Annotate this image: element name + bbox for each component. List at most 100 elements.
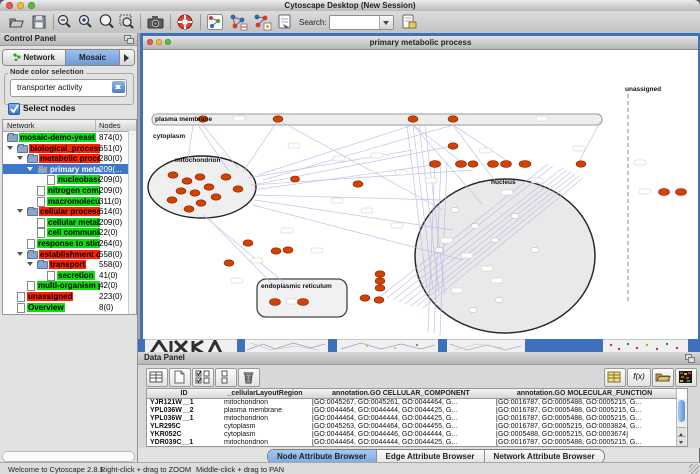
column-divider[interactable] [95, 120, 96, 131]
table-cell[interactable]: [GO:0044464, GO:0044446, GO:0044444, G..… [309, 431, 493, 439]
table-cell[interactable]: [GO:0016787, GO:0005215, GO:0003824, G..… [493, 423, 676, 431]
table-cell[interactable]: YKR052C [147, 431, 221, 439]
tree-row[interactable]: secretion 41(0) [3, 270, 136, 281]
tree-row[interactable]: nucleobase- 209(0) [3, 174, 136, 185]
table-cell[interactable]: [GO:0016787, GO:0005488, GO:0005215, G..… [493, 415, 676, 423]
save-icon[interactable] [30, 13, 50, 31]
select-all-attributes-icon[interactable] [192, 368, 214, 387]
unselect-all-attributes-icon[interactable] [215, 368, 237, 387]
background-window[interactable] [337, 339, 438, 352]
select-attributes-icon[interactable] [146, 368, 168, 387]
tree-row[interactable]: biological_process 651(0) [3, 143, 136, 154]
background-window-frame[interactable] [138, 339, 145, 352]
search-input[interactable] [331, 16, 381, 29]
network-window-titlebar[interactable]: primary metabolic process [143, 36, 698, 50]
formula-builder-icon[interactable]: f(x) [627, 368, 651, 387]
background-window-frame[interactable] [438, 339, 447, 352]
background-window-frame[interactable] [688, 339, 700, 352]
background-window[interactable] [447, 339, 525, 352]
snapshot-camera-icon[interactable] [146, 13, 166, 31]
node-color-dropdown[interactable]: transporter activity [10, 79, 127, 97]
table-cell[interactable]: [GO:0044464, GO:0044444, GO:0044425, G..… [309, 415, 493, 423]
zoom-fit-icon[interactable] [118, 13, 138, 31]
tree-header[interactable]: Network Nodes [3, 120, 136, 132]
expander-icon[interactable] [17, 209, 23, 216]
table-cell[interactable]: plasma membrane [221, 407, 309, 415]
annotation-icon[interactable] [276, 13, 296, 31]
tree-row[interactable]: response to stimul 264(0) [3, 238, 136, 249]
expander-icon[interactable] [7, 146, 13, 153]
network-view-icon[interactable] [206, 13, 226, 31]
tree-col-network[interactable]: Network [7, 121, 35, 130]
help-lifesaver-icon[interactable] [176, 13, 196, 31]
zoom-in-icon[interactable] [77, 13, 97, 31]
column-header[interactable]: annotation.GO MOLECULAR_FUNCTION [493, 389, 677, 399]
background-window[interactable] [245, 339, 328, 352]
column-header[interactable]: annotation.GO CELLULAR_COMPONENT [309, 389, 494, 399]
tree-row-selected[interactable]: primary metabo 209(... [3, 164, 136, 175]
tree-row[interactable]: macromolecule 311(0) [3, 196, 136, 207]
scrollbar-thumb[interactable] [678, 400, 685, 422]
tree-row[interactable]: establishment of lo 558(0) [3, 249, 136, 260]
attribute-table-icon[interactable] [604, 368, 626, 387]
table-cell[interactable]: [GO:0045267, GO:0045261, GO:0044464, G..… [309, 399, 493, 407]
close-button[interactable] [6, 2, 13, 9]
table-cell[interactable]: mitochondrion [221, 399, 309, 407]
search-combobox[interactable] [329, 15, 394, 30]
expander-icon[interactable] [17, 156, 23, 163]
tree-row[interactable]: cellular process 614(0) [3, 206, 136, 217]
table-cell[interactable]: [GO:0016787, GO:0005488, GO:0005215, G..… [493, 407, 676, 415]
column-header[interactable]: _cellularLayoutRegion [221, 389, 310, 399]
table-cell[interactable]: mitochondrion [221, 415, 309, 423]
zoom-out-icon[interactable] [56, 13, 76, 31]
tree-scrollbar[interactable] [128, 131, 136, 314]
vizmapper-icon[interactable] [228, 13, 248, 31]
tree-row[interactable]: metabolic process 280(0) [3, 153, 136, 164]
tab-network[interactable]: Network [3, 50, 66, 65]
tree-row[interactable]: mosaic-demo-yeast 874(0) [3, 132, 136, 143]
expander-icon[interactable] [27, 262, 33, 269]
background-window-frame[interactable] [328, 339, 337, 352]
heatmap-matrix-icon[interactable] [675, 368, 697, 387]
tree-row[interactable]: nitrogen compo 209(0) [3, 185, 136, 196]
nucleus-region[interactable] [415, 179, 595, 333]
zoom-selected-icon[interactable] [98, 13, 118, 31]
table-cell[interactable]: YPL036W__1 [147, 415, 221, 423]
tree-row[interactable]: cell communicat 22(0) [3, 227, 136, 238]
float-panel-icon[interactable] [124, 35, 133, 43]
tree-col-nodes[interactable]: Nodes [99, 121, 121, 130]
minimize-button[interactable] [17, 2, 24, 9]
advanced-search-icon[interactable] [400, 13, 420, 31]
delete-attribute-trash-icon[interactable] [238, 368, 260, 387]
expander-icon[interactable] [17, 252, 23, 259]
table-cell[interactable]: [GO:0016787, GO:0005488, GO:0005215, G..… [493, 439, 676, 447]
expander-icon[interactable] [27, 167, 33, 174]
table-cell[interactable]: mitochondrion [221, 439, 309, 447]
tab-mosaic[interactable]: Mosaic [66, 50, 120, 65]
select-nodes-checkbox[interactable] [8, 103, 20, 115]
float-panel-icon[interactable] [685, 354, 694, 362]
table-cell[interactable]: cytoplasm [221, 423, 309, 431]
table-cell[interactable]: YJR121W__1 [147, 399, 221, 407]
scroll-down-icon[interactable] [677, 436, 686, 446]
table-cell[interactable]: YDR039C__1 [147, 439, 221, 447]
zoom-button[interactable] [28, 2, 35, 9]
tab-overflow-icon[interactable] [120, 50, 134, 65]
table-scrollbar[interactable] [676, 399, 687, 446]
background-window[interactable] [603, 339, 688, 352]
table-cell[interactable]: [GO:0045263, GO:0044464, GO:0044455, G..… [309, 423, 493, 431]
tree-row[interactable]: cellular metabol 209(0) [3, 217, 136, 228]
table-cell[interactable]: [GO:0044464, GO:0044444, GO:0044425, G..… [309, 407, 493, 415]
import-attributes-folder-icon[interactable] [652, 368, 674, 387]
background-window[interactable] [145, 339, 237, 352]
open-icon[interactable] [8, 13, 28, 31]
column-header[interactable]: ID [147, 389, 222, 399]
close-icon[interactable] [147, 39, 153, 45]
background-window-frame[interactable] [525, 339, 603, 352]
minimize-icon[interactable] [156, 39, 162, 45]
plasma-membrane-region[interactable] [152, 114, 602, 125]
table-cell[interactable]: YPL036W__2 [147, 407, 221, 415]
chevron-down-icon[interactable] [379, 16, 393, 29]
tree-row[interactable]: transport 558(0) [3, 259, 136, 270]
zoom-icon[interactable] [165, 39, 171, 45]
